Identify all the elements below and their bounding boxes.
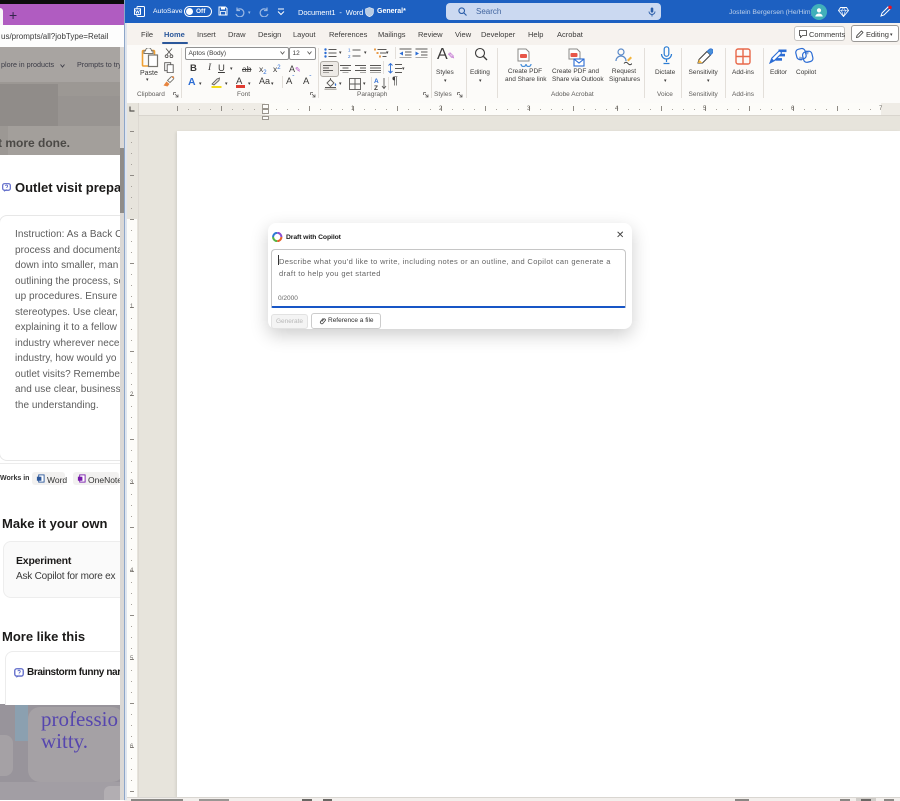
svg-text:1: 1 [348,48,351,53]
svg-text:2: 2 [348,54,351,58]
svg-text:Z: Z [374,85,378,90]
svg-text:A: A [374,78,379,85]
